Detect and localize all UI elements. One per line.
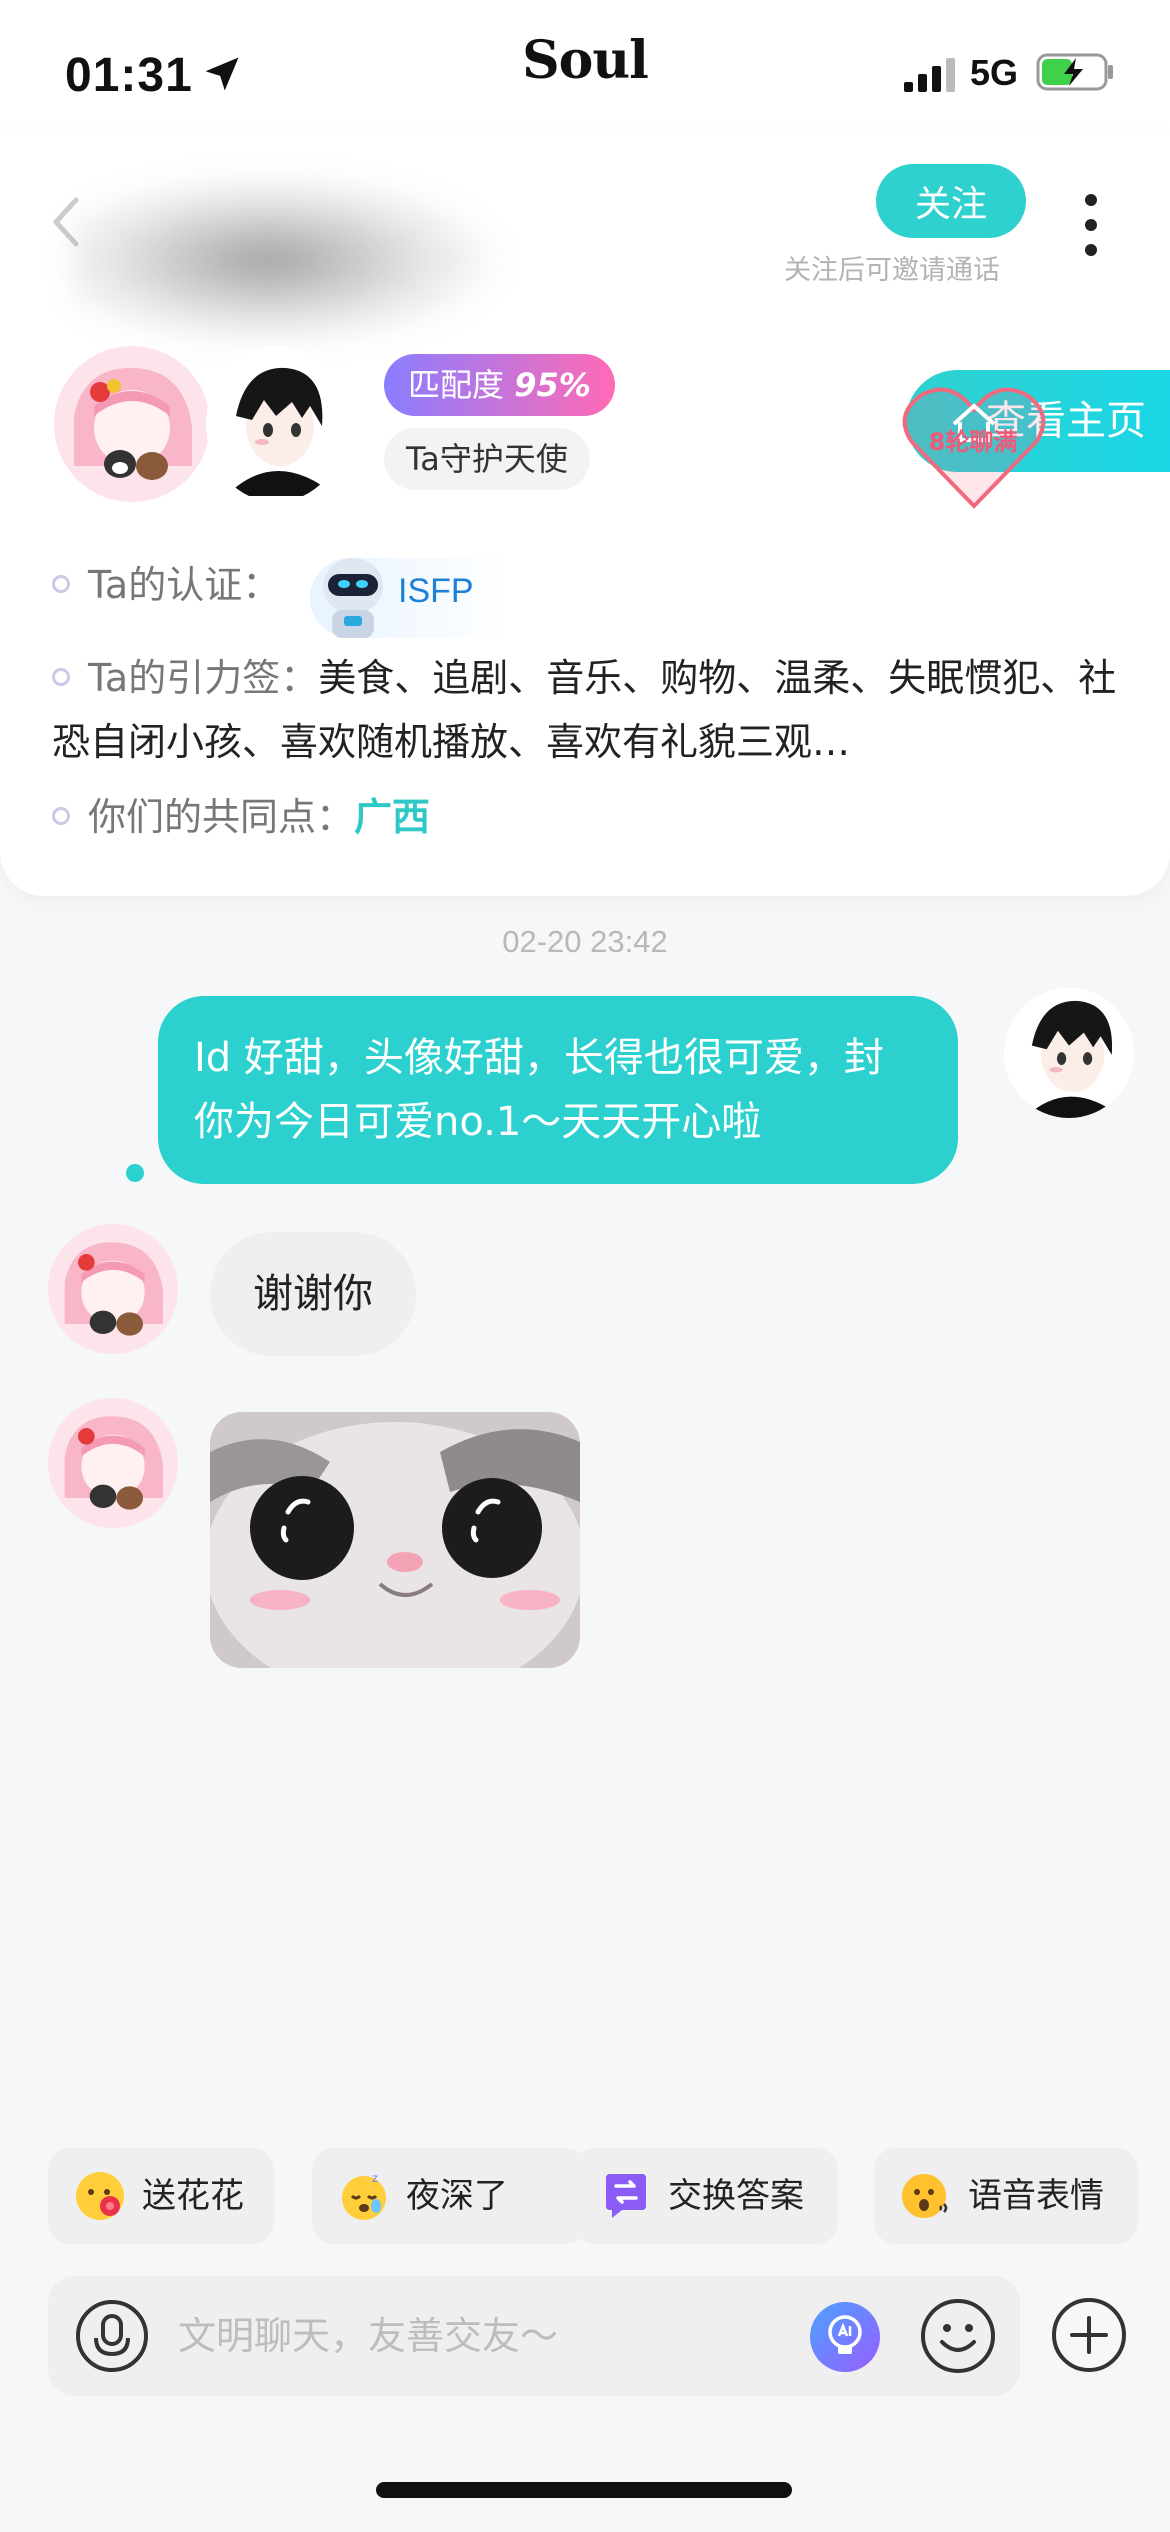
anime-boy-avatar-icon — [1004, 988, 1134, 1118]
home-indicator — [376, 2482, 792, 2498]
voice-emoji-icon — [902, 2174, 948, 2218]
network-type: 5G — [970, 52, 1019, 93]
my-avatar[interactable] — [206, 346, 346, 502]
bullet-dot — [52, 806, 70, 825]
my-chat-avatar[interactable] — [1004, 988, 1134, 1118]
cat-sticker-image[interactable] — [210, 1412, 580, 1668]
quick-reply-bar: 送花花 z 夜深了 交换答案 语音表情 — [48, 2148, 1138, 2244]
follow-button[interactable]: 关注 — [876, 164, 1026, 238]
partner-chat-avatar[interactable] — [48, 1398, 178, 1528]
ai-assistant-icon[interactable] — [808, 2300, 882, 2374]
heart-badge-label: 8轮聊满 — [928, 428, 1018, 456]
quick-reply-label: 送花花 — [142, 2176, 244, 2216]
anime-girl-avatar-icon — [48, 1224, 178, 1354]
status-bar: 01:31 Soul 5G — [0, 0, 1170, 130]
signal-icon — [904, 58, 955, 92]
astronaut-icon — [323, 558, 383, 638]
sleepy-emoji-icon: z — [342, 2171, 386, 2220]
message-input-bar — [48, 2276, 1020, 2396]
quick-reply-swap-answers[interactable]: 交换答案 — [574, 2148, 838, 2244]
common-value: 广西 — [354, 795, 431, 839]
tags-label: Ta的引力签： — [88, 656, 319, 700]
anime-boy-avatar-icon — [206, 346, 346, 502]
flower-emoji-icon — [76, 2172, 124, 2220]
profile-card: 关注 关注后可邀请通话 匹配度 95% Ta守护天使 查看主页 8轮聊满 Ta的… — [0, 130, 1170, 896]
emoji-picker-icon[interactable] — [918, 2296, 998, 2376]
match-label: 匹配度 — [408, 366, 505, 404]
guardian-badge: Ta守护天使 — [384, 428, 590, 490]
follow-hint: 关注后可邀请通话 — [784, 255, 1000, 286]
tags-row: Ta的引力签：美食、追剧、音乐、购物、温柔、失眠惯犯、社恐自闭小孩、喜欢随机播放… — [52, 646, 1122, 774]
match-value: 95% — [514, 366, 591, 404]
quick-reply-label: 夜深了 — [406, 2176, 508, 2216]
anime-girl-avatar-icon — [48, 1398, 178, 1528]
quick-reply-late-night[interactable]: z 夜深了 — [312, 2148, 588, 2244]
blurred-username — [70, 170, 510, 350]
swap-chat-icon — [606, 2174, 646, 2218]
cat-face-icon — [210, 1412, 580, 1668]
more-options-icon[interactable] — [1076, 190, 1106, 260]
quick-reply-label: 交换答案 — [668, 2176, 804, 2216]
quick-reply-voice-emoji[interactable]: 语音表情 — [874, 2148, 1138, 2244]
outgoing-message-bubble[interactable]: Id 好甜，头像好甜，长得也很可爱，封你为今日可爱no.1～天天开心啦 — [158, 996, 958, 1184]
chat-timestamp: 02-20 23:42 — [502, 924, 668, 959]
quick-reply-send-flowers[interactable]: 送花花 — [48, 2148, 274, 2244]
battery-charging-icon — [1036, 53, 1113, 91]
incoming-message-bubble[interactable]: 谢谢你 — [210, 1232, 416, 1356]
bullet-dot — [52, 574, 70, 593]
match-score-badge: 匹配度 95% — [384, 354, 615, 416]
mbti-badge[interactable]: ISFP — [310, 558, 510, 638]
quick-reply-label: 语音表情 — [968, 2176, 1104, 2216]
partner-avatar[interactable] — [54, 346, 210, 502]
sent-indicator-dot — [126, 1164, 144, 1182]
voice-input-icon[interactable] — [74, 2298, 150, 2374]
partner-chat-avatar[interactable] — [48, 1224, 178, 1354]
common-label: 你们的共同点： — [88, 795, 355, 839]
add-attachment-icon[interactable] — [1050, 2296, 1128, 2374]
certification-row: Ta的认证： — [52, 554, 280, 609]
bullet-dot — [52, 667, 70, 686]
common-row: 你们的共同点：广西 — [52, 786, 430, 841]
svg-text:z: z — [372, 2171, 378, 2185]
anime-girl-avatar-icon — [54, 346, 210, 502]
cert-label: Ta的认证： — [88, 563, 281, 607]
mbti-label: ISFP — [398, 572, 474, 610]
message-input[interactable] — [178, 2296, 818, 2376]
